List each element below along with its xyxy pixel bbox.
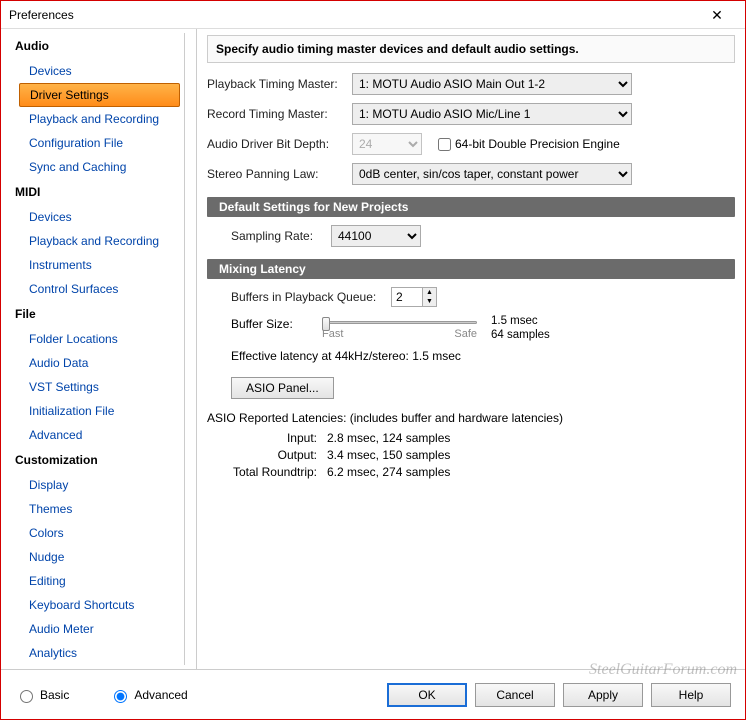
sidebar-item-configuration-file[interactable]: Configuration File: [5, 131, 184, 155]
slider-safe-label: Safe: [454, 328, 477, 340]
asio-panel-button[interactable]: ASIO Panel...: [231, 377, 334, 399]
sidebar-item-sync-and-caching[interactable]: Sync and Caching: [5, 155, 184, 179]
radio-basic[interactable]: Basic: [15, 687, 69, 703]
sidebar-item-editing[interactable]: Editing: [5, 569, 184, 593]
label-sampling-rate: Sampling Rate:: [231, 229, 331, 243]
row-playback-timing: Playback Timing Master: 1: MOTU Audio AS…: [207, 73, 735, 95]
label-record-timing: Record Timing Master:: [207, 107, 352, 121]
effective-latency: Effective latency at 44kHz/stereo: 1.5 m…: [231, 349, 735, 363]
row-sampling-rate: Sampling Rate: 44100: [231, 225, 735, 247]
label-buffers-queue: Buffers in Playback Queue:: [231, 290, 391, 304]
value-input-latency: 2.8 msec, 124 samples: [327, 431, 450, 445]
select-playback-timing[interactable]: 1: MOTU Audio ASIO Main Out 1-2: [352, 73, 632, 95]
slider-buffer-size[interactable]: Fast Safe: [322, 315, 477, 340]
radio-basic-input[interactable]: [20, 690, 33, 703]
radio-advanced-label: Advanced: [134, 688, 187, 702]
sidebar-item-control-surfaces[interactable]: Control Surfaces: [5, 277, 184, 301]
sidebar-item-initialization-file[interactable]: Initialization File: [5, 399, 184, 423]
asio-latency-block: ASIO Reported Latencies: (includes buffe…: [207, 411, 735, 479]
radio-basic-label: Basic: [40, 688, 69, 702]
window-title: Preferences: [9, 8, 697, 22]
main-panel: Specify audio timing master devices and …: [197, 29, 745, 669]
select-sampling-rate[interactable]: 44100: [331, 225, 421, 247]
row-record-timing: Record Timing Master: 1: MOTU Audio ASIO…: [207, 103, 735, 125]
panel-heading: Specify audio timing master devices and …: [207, 35, 735, 63]
sidebar-category: File: [5, 301, 184, 327]
help-button[interactable]: Help: [651, 683, 731, 707]
spinner-arrows[interactable]: ▲▼: [422, 288, 436, 306]
sidebar-item-audio-meter[interactable]: Audio Meter: [5, 617, 184, 641]
label-panning: Stereo Panning Law:: [207, 167, 352, 181]
sidebar-item-advanced[interactable]: Advanced: [5, 423, 184, 447]
label-roundtrip-latency: Total Roundtrip:: [207, 465, 317, 479]
checkbox-64bit-precision[interactable]: 64-bit Double Precision Engine: [434, 135, 620, 154]
sidebar-category: Audio: [5, 33, 184, 59]
sidebar-item-colors[interactable]: Colors: [5, 521, 184, 545]
label-buffer-size: Buffer Size:: [231, 315, 316, 331]
footer-buttons: OK Cancel Apply Help: [387, 683, 731, 707]
spinner-buffers-input[interactable]: [392, 288, 422, 306]
buffer-msec: 1.5 msec: [491, 315, 550, 329]
row-buffers-queue: Buffers in Playback Queue: ▲▼: [231, 287, 735, 307]
sidebar-item-keyboard-shortcuts[interactable]: Keyboard Shortcuts: [5, 593, 184, 617]
sidebar-item-driver-settings[interactable]: Driver Settings: [19, 83, 180, 107]
sidebar-item-display[interactable]: Display: [5, 473, 184, 497]
asio-latency-title: ASIO Reported Latencies: (includes buffe…: [207, 411, 735, 425]
value-output-latency: 3.4 msec, 150 samples: [327, 448, 450, 462]
mode-radios: Basic Advanced: [15, 687, 387, 703]
row-bit-depth: Audio Driver Bit Depth: 24 64-bit Double…: [207, 133, 735, 155]
radio-advanced-input[interactable]: [114, 690, 127, 703]
sidebar-category: MIDI: [5, 179, 184, 205]
label-output-latency: Output:: [207, 448, 317, 462]
footer: Basic Advanced OK Cancel Apply Help: [1, 669, 745, 719]
slider-thumb[interactable]: [322, 317, 330, 331]
sidebar-category: Customization: [5, 447, 184, 473]
label-input-latency: Input:: [207, 431, 317, 445]
sidebar-wrap: AudioDevicesDriver SettingsPlayback and …: [1, 29, 197, 669]
select-panning[interactable]: 0dB center, sin/cos taper, constant powe…: [352, 163, 632, 185]
apply-button[interactable]: Apply: [563, 683, 643, 707]
sidebar-item-nudge[interactable]: Nudge: [5, 545, 184, 569]
section-mixing-latency: Mixing Latency: [207, 259, 735, 279]
label-bit-depth: Audio Driver Bit Depth:: [207, 137, 352, 151]
sidebar-item-devices[interactable]: Devices: [5, 205, 184, 229]
sidebar-item-playback-and-recording[interactable]: Playback and Recording: [5, 229, 184, 253]
content-area: AudioDevicesDriver SettingsPlayback and …: [1, 29, 745, 669]
label-playback-timing: Playback Timing Master:: [207, 77, 352, 91]
spinner-buffers-queue[interactable]: ▲▼: [391, 287, 437, 307]
value-roundtrip-latency: 6.2 msec, 274 samples: [327, 465, 450, 479]
radio-advanced[interactable]: Advanced: [109, 687, 187, 703]
sidebar-item-devices[interactable]: Devices: [5, 59, 184, 83]
close-icon[interactable]: ✕: [697, 1, 737, 29]
select-record-timing[interactable]: 1: MOTU Audio ASIO Mic/Line 1: [352, 103, 632, 125]
buffer-size-readout: 1.5 msec 64 samples: [491, 315, 550, 343]
titlebar: Preferences ✕: [1, 1, 745, 29]
sidebar-item-instruments[interactable]: Instruments: [5, 253, 184, 277]
sidebar-item-folder-locations[interactable]: Folder Locations: [5, 327, 184, 351]
cancel-button[interactable]: Cancel: [475, 683, 555, 707]
sidebar-item-analytics[interactable]: Analytics: [5, 641, 184, 665]
sidebar-item-playback-and-recording[interactable]: Playback and Recording: [5, 107, 184, 131]
sidebar-item-themes[interactable]: Themes: [5, 497, 184, 521]
buffer-samples: 64 samples: [491, 329, 550, 343]
select-bit-depth: 24: [352, 133, 422, 155]
section-default-settings: Default Settings for New Projects: [207, 197, 735, 217]
sidebar-item-vst-settings[interactable]: VST Settings: [5, 375, 184, 399]
row-panning: Stereo Panning Law: 0dB center, sin/cos …: [207, 163, 735, 185]
checkbox-64bit-input[interactable]: [438, 138, 451, 151]
sidebar[interactable]: AudioDevicesDriver SettingsPlayback and …: [5, 33, 185, 665]
row-buffer-size: Buffer Size: Fast Safe 1.5 msec 64 sampl…: [231, 315, 735, 343]
ok-button[interactable]: OK: [387, 683, 467, 707]
checkbox-64bit-label: 64-bit Double Precision Engine: [455, 137, 620, 151]
sidebar-item-audio-data[interactable]: Audio Data: [5, 351, 184, 375]
